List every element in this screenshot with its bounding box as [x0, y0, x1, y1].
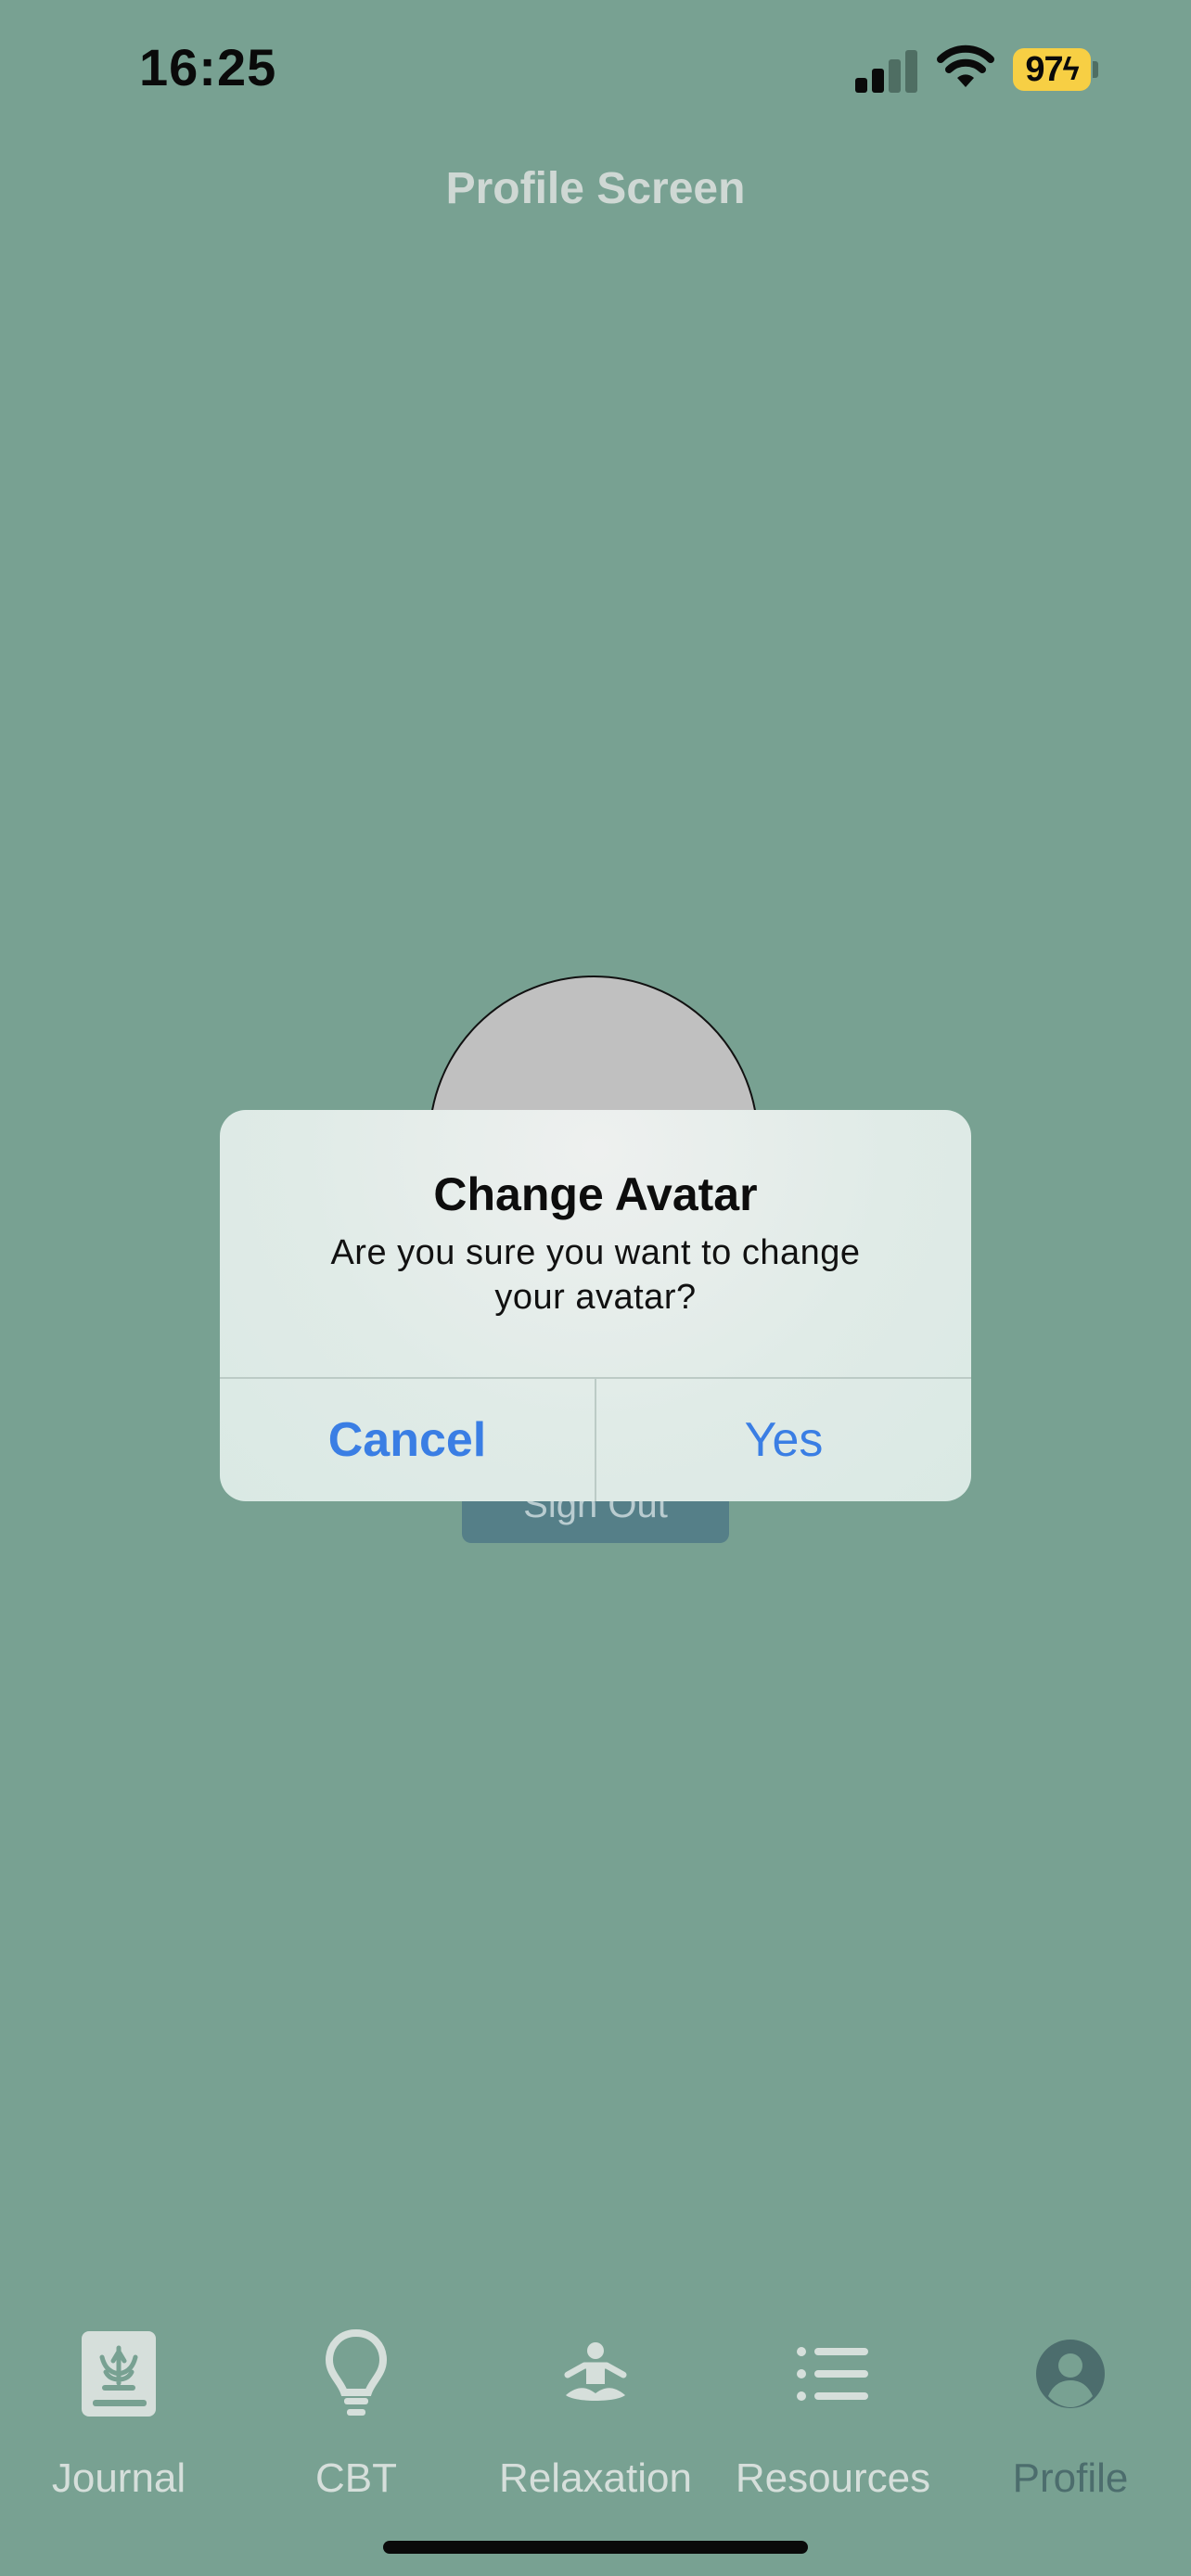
lightbulb-icon — [325, 2328, 388, 2416]
tab-label: Relaxation — [499, 2455, 692, 2501]
battery-level: 97 — [1025, 49, 1063, 89]
wifi-icon — [937, 45, 994, 87]
tab-label: CBT — [315, 2455, 397, 2501]
status-time: 16:25 — [139, 38, 277, 96]
tab-relaxation[interactable]: Relaxation — [493, 2318, 698, 2502]
tab-label: Resources — [735, 2455, 931, 2501]
alert-message: Are you sure you want to change your ava… — [330, 1233, 861, 1317]
yes-button[interactable]: Yes — [596, 1379, 971, 1501]
person-circle-icon — [1036, 2340, 1105, 2408]
tab-cbt[interactable]: CBT — [254, 2318, 458, 2502]
tab-resources[interactable]: Resources — [731, 2318, 935, 2502]
alert-title: Change Avatar — [433, 1168, 758, 1220]
battery-nub — [1093, 61, 1098, 78]
list-icon — [797, 2347, 868, 2401]
journal-book-icon — [82, 2331, 156, 2417]
tab-label: Profile — [1012, 2455, 1129, 2501]
tab-profile[interactable]: Profile — [968, 2318, 1172, 2502]
meditation-icon — [564, 2342, 627, 2401]
page-title: Profile Screen — [445, 164, 746, 213]
tab-label: Journal — [51, 2455, 186, 2501]
signal-icon — [855, 46, 918, 93]
tab-journal[interactable]: Journal — [17, 2318, 221, 2502]
cancel-button[interactable]: Cancel — [220, 1379, 595, 1501]
change-avatar-alert: Change Avatar Are you sure you want to c… — [220, 1110, 971, 1501]
home-indicator[interactable] — [383, 2541, 808, 2554]
battery-charging-icon: 97 ϟ — [1013, 48, 1091, 91]
